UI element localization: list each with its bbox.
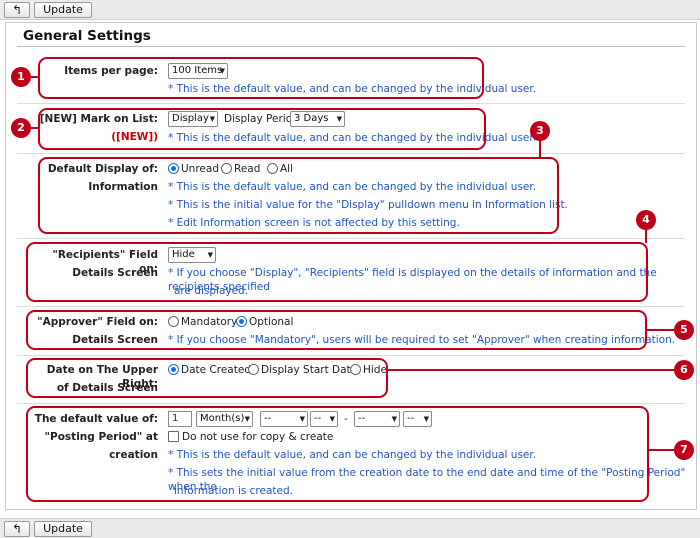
update-button[interactable]: Update [34, 2, 92, 18]
callout-connector [646, 329, 676, 331]
highlight-box-5 [26, 310, 647, 350]
back-arrow-icon[interactable]: ↰ [4, 2, 30, 18]
row-divider [17, 238, 685, 239]
highlight-box-4 [26, 242, 648, 302]
highlight-box-6 [26, 358, 388, 398]
highlight-box-2 [38, 108, 486, 150]
row-divider [17, 103, 685, 104]
highlight-box-1 [38, 57, 484, 99]
callout-connector [31, 76, 39, 78]
callout-connector [648, 449, 676, 451]
highlight-box-3 [38, 157, 559, 234]
callout-badge-5: 5 [674, 320, 694, 340]
row-divider [17, 403, 685, 404]
callout-connector [539, 140, 541, 158]
highlight-box-7 [26, 406, 649, 502]
callout-connector [645, 228, 647, 243]
callout-badge-4: 4 [636, 210, 656, 230]
row-divider [17, 355, 685, 356]
callout-connector [387, 369, 676, 371]
update-button[interactable]: Update [34, 521, 92, 537]
top-toolbar: ↰ Update [0, 0, 700, 20]
callout-badge-3: 3 [530, 121, 550, 141]
row-divider [17, 153, 685, 154]
back-arrow-icon[interactable]: ↰ [4, 521, 30, 537]
callout-badge-2: 2 [11, 118, 31, 138]
row-divider [17, 306, 685, 307]
callout-badge-1: 1 [11, 67, 31, 87]
bottom-toolbar: ↰ Update [0, 518, 700, 538]
callout-connector [31, 127, 39, 129]
callout-badge-6: 6 [674, 360, 694, 380]
title-divider [17, 46, 685, 47]
callout-badge-7: 7 [674, 440, 694, 460]
page-title: General Settings [23, 28, 151, 44]
